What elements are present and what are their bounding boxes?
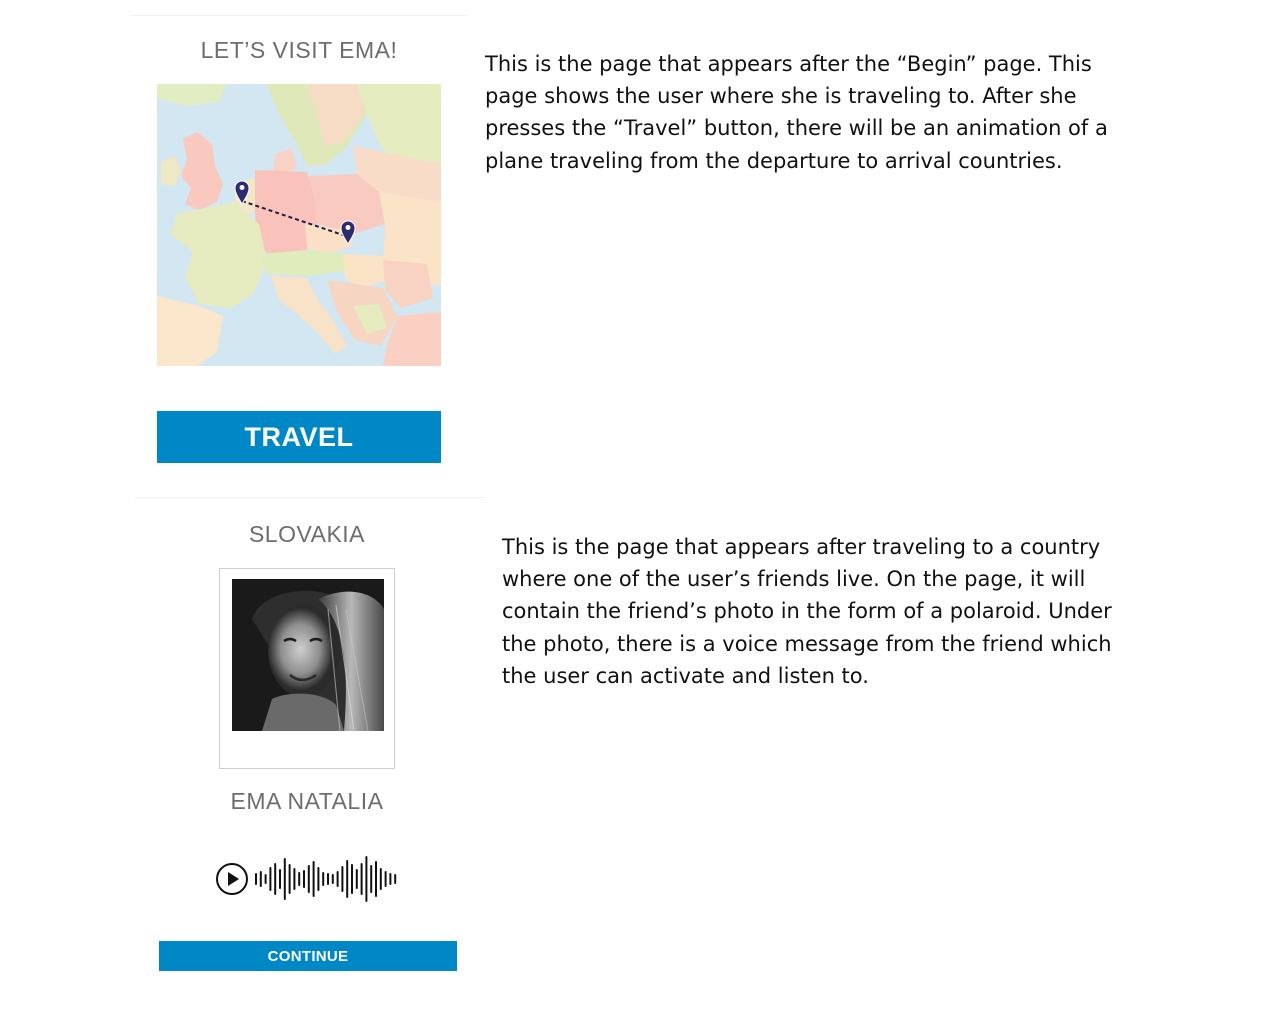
voice-message[interactable] (215, 852, 405, 906)
play-icon[interactable] (215, 862, 249, 896)
screen2-description: This is the page that appears after trav… (502, 535, 1112, 688)
travel-button[interactable]: TRAVEL (157, 411, 441, 463)
screen1-description: This is the page that appears after the … (485, 52, 1108, 173)
middle-divider (135, 497, 485, 498)
screen1-title: LET’S VISIT EMA! (200, 37, 398, 63)
screen2-title: SLOVAKIA (248, 521, 366, 547)
friend-polaroid (219, 568, 395, 769)
friend-name: EMA NATALIA (230, 788, 384, 814)
route-map (157, 84, 441, 366)
friend-photo (232, 579, 384, 731)
top-divider (130, 15, 468, 16)
continue-button[interactable]: CONTINUE (159, 941, 457, 971)
waveform-icon (255, 856, 397, 902)
